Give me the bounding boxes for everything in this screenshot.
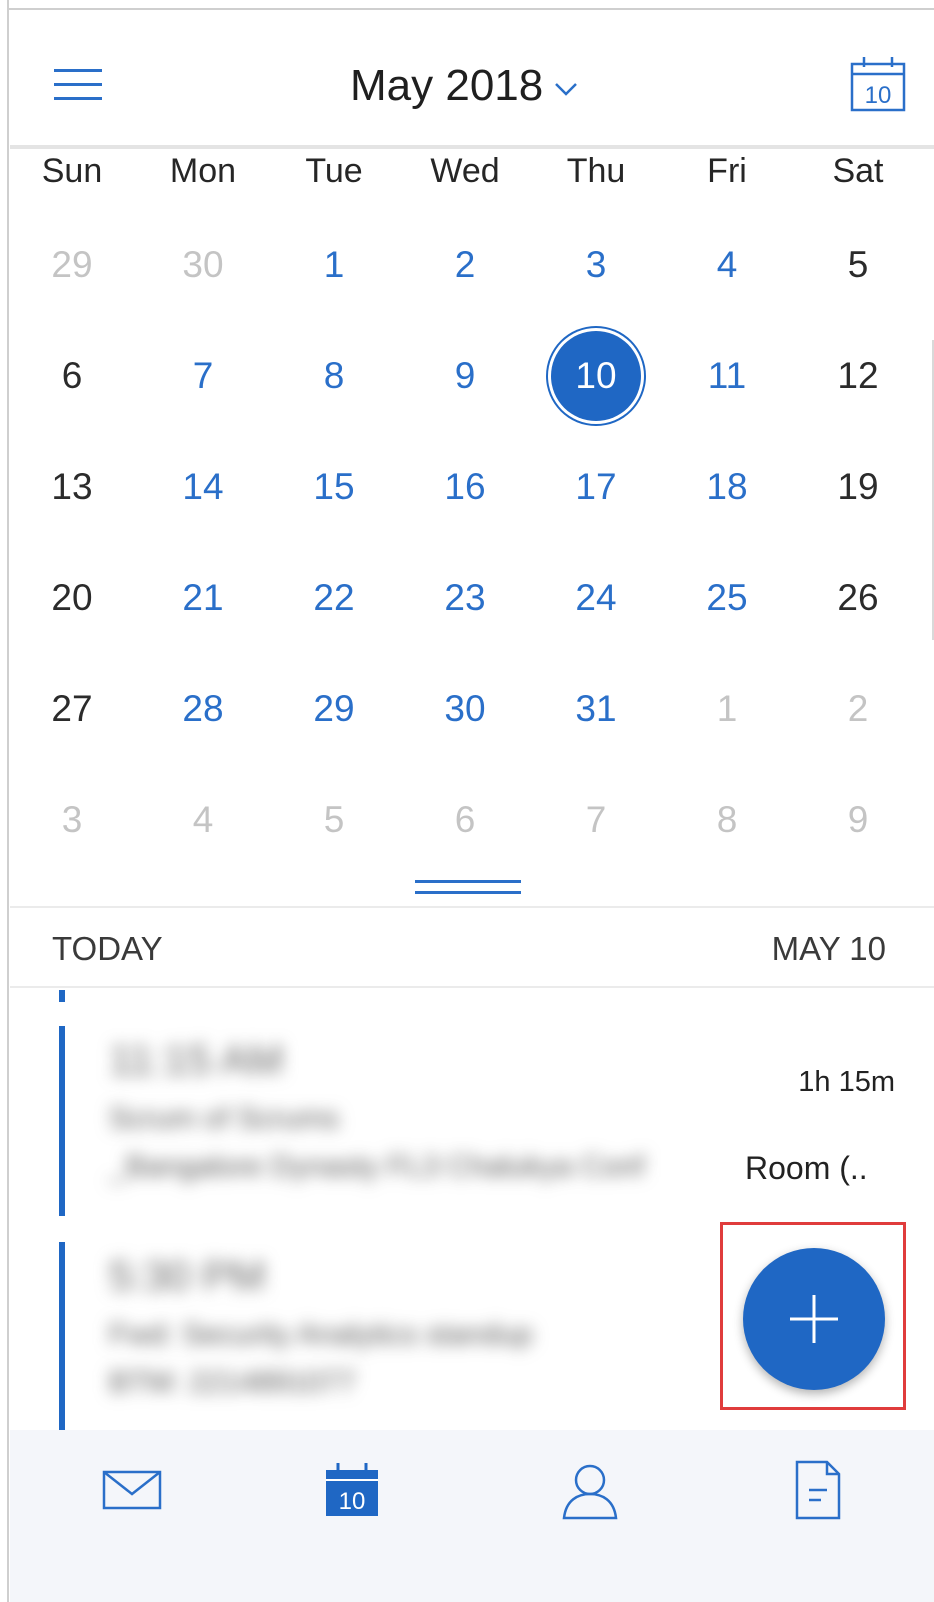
calendar-day[interactable]: 6: [415, 770, 515, 870]
chevron-down-icon: [555, 83, 578, 96]
month-title: May 2018: [350, 61, 544, 110]
weekday-fri: Fri: [707, 152, 747, 190]
svg-text:10: 10: [865, 82, 892, 109]
calendar-day[interactable]: 8: [677, 770, 777, 870]
calendar-day[interactable]: 25: [677, 548, 777, 648]
event-color-bar: [59, 1242, 65, 1432]
calendar-day[interactable]: 27: [22, 659, 122, 759]
calendar-day[interactable]: 2: [415, 215, 515, 315]
calendar-day[interactable]: 9: [808, 770, 908, 870]
nav-files[interactable]: [778, 1450, 858, 1530]
weekday-tue: Tue: [305, 152, 363, 190]
window-top-border: [0, 0, 934, 10]
event-time: 11:15 AM: [109, 1036, 284, 1083]
event-time: 5:30 PM: [109, 1252, 266, 1299]
weekday-sun: Sun: [41, 152, 103, 190]
calendar-day[interactable]: 7: [153, 326, 253, 426]
previous-event-bar: [59, 990, 65, 1002]
calendar-day[interactable]: 31: [546, 659, 646, 759]
month-picker[interactable]: May 2018: [350, 56, 579, 116]
calendar-day[interactable]: 26: [808, 548, 908, 648]
weekday-header-row: Sun Mon Tue Wed Thu Fri Sat: [10, 152, 934, 202]
new-event-button[interactable]: [743, 1248, 885, 1390]
event-location: BTM: 2214891077: [109, 1366, 356, 1399]
calendar-day[interactable]: 24: [546, 548, 646, 648]
event-title: Scrum of Scrums: [109, 1102, 340, 1135]
plus-icon: [790, 1295, 838, 1343]
calendar-day[interactable]: 3: [22, 770, 122, 870]
drag-handle[interactable]: [415, 880, 521, 902]
calendar-day[interactable]: 23: [415, 548, 515, 648]
svg-text:10: 10: [339, 1488, 366, 1515]
nav-calendar[interactable]: 10: [312, 1450, 392, 1530]
calendar-day[interactable]: 22: [284, 548, 384, 648]
calendar-day[interactable]: 29: [284, 659, 384, 759]
calendar-day[interactable]: 6: [22, 326, 122, 426]
calendar-day[interactable]: 15: [284, 437, 384, 537]
calendar-day[interactable]: 1: [284, 215, 384, 315]
calendar-day[interactable]: 30: [415, 659, 515, 759]
calendar-header: May 2018 10: [10, 12, 934, 147]
weekday-mon: Mon: [169, 152, 237, 190]
calendar-day[interactable]: 13: [22, 437, 122, 537]
agenda-day-header: TODAY MAY 10: [10, 906, 934, 988]
files-icon: [795, 1460, 841, 1520]
bottom-navigation: 10: [10, 1430, 934, 1602]
event-location: _Bangalore Dynasty FL3 Chalukya Conf: [109, 1150, 645, 1183]
mail-icon: [102, 1470, 162, 1510]
calendar-day[interactable]: 11: [677, 326, 777, 426]
hamburger-menu-icon[interactable]: [54, 52, 118, 116]
header-divider: [10, 145, 934, 149]
calendar-day[interactable]: 28: [153, 659, 253, 759]
agenda-date-label: MAY 10: [771, 930, 886, 967]
today-label: TODAY: [52, 930, 163, 967]
month-grid: 29 30 1 2 3 4 5 6 7 8 9 10 11 12 13 14 15 16 17 18 19 20 21 22 2…: [10, 215, 934, 875]
calendar-day[interactable]: 19: [808, 437, 908, 537]
window-left-border: [0, 0, 9, 1602]
calendar-day[interactable]: 9: [415, 326, 515, 426]
calendar-day[interactable]: 8: [284, 326, 384, 426]
calendar-day[interactable]: 3: [546, 215, 646, 315]
calendar-day[interactable]: 4: [153, 770, 253, 870]
calendar-day-selected[interactable]: 10: [546, 326, 646, 426]
calendar-day[interactable]: 29: [22, 215, 122, 315]
calendar-day[interactable]: 2: [808, 659, 908, 759]
event-item[interactable]: 11:15 AM Scrum of Scrums _Bangalore Dyna…: [59, 1026, 929, 1216]
weekday-sat: Sat: [832, 152, 884, 190]
event-duration: 1h 15m: [798, 1066, 895, 1098]
event-title: Fwd: Security Analytics standup: [109, 1318, 533, 1351]
nav-people[interactable]: [550, 1450, 630, 1530]
calendar-day[interactable]: 1: [677, 659, 777, 759]
calendar-icon: 10: [326, 1463, 378, 1516]
calendar-day[interactable]: 7: [546, 770, 646, 870]
weekday-wed: Wed: [430, 152, 500, 190]
nav-mail[interactable]: [92, 1450, 172, 1530]
calendar-day[interactable]: 5: [284, 770, 384, 870]
calendar-day[interactable]: 5: [808, 215, 908, 315]
calendar-day[interactable]: 21: [153, 548, 253, 648]
people-icon: [562, 1464, 618, 1520]
calendar-day[interactable]: 14: [153, 437, 253, 537]
calendar-day[interactable]: 20: [22, 548, 122, 648]
event-color-bar: [59, 1026, 65, 1216]
calendar-day[interactable]: 4: [677, 215, 777, 315]
calendar-day[interactable]: 16: [415, 437, 515, 537]
event-location-tail: Room (..: [745, 1150, 868, 1186]
calendar-day[interactable]: 30: [153, 215, 253, 315]
calendar-day[interactable]: 17: [546, 437, 646, 537]
selected-day-circle: 10: [551, 331, 641, 421]
calendar-day[interactable]: 18: [677, 437, 777, 537]
weekday-thu: Thu: [566, 152, 626, 190]
calendar-day[interactable]: 12: [808, 326, 908, 426]
calendar-today-icon[interactable]: 10: [848, 54, 908, 114]
